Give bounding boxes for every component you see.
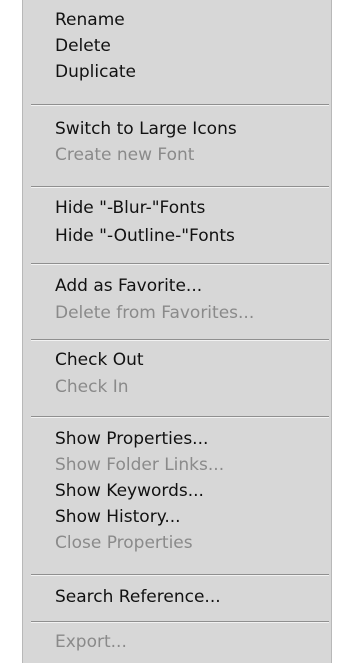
- menu-item-check-in: Check In: [55, 377, 129, 397]
- menu-item-export: Export...: [55, 632, 127, 652]
- menu-item-hide-blur-fonts[interactable]: Hide "-Blur-"Fonts: [55, 195, 205, 221]
- menu-item-check-out[interactable]: Check Out: [55, 347, 144, 373]
- menu-item-rename[interactable]: Rename: [55, 7, 125, 33]
- menu-item-create-new-font: Create new Font: [55, 145, 195, 165]
- menu-separator: [31, 621, 329, 623]
- menu-item-show-properties[interactable]: Show Properties...: [55, 426, 208, 452]
- menu-item-delete[interactable]: Delete: [55, 33, 111, 59]
- menu-separator: [31, 263, 329, 265]
- menu-item-show-history[interactable]: Show History...: [55, 504, 181, 530]
- menu-item-add-as-favorite[interactable]: Add as Favorite...: [55, 273, 202, 299]
- menu-separator: [31, 574, 329, 576]
- menu-separator: [31, 416, 329, 418]
- menu-item-delete-from-favorites: Delete from Favorites...: [55, 303, 255, 323]
- menu-item-show-folder-links: Show Folder Links...: [55, 455, 225, 475]
- menu-item-show-keywords[interactable]: Show Keywords...: [55, 478, 204, 504]
- menu-separator: [31, 339, 329, 341]
- menu-separator: [31, 186, 329, 188]
- menu-item-duplicate[interactable]: Duplicate: [55, 59, 136, 85]
- menu-separator: [31, 104, 329, 106]
- menu-item-search-reference[interactable]: Search Reference...: [55, 584, 221, 610]
- context-menu: Rename Delete Duplicate Switch to Large …: [22, 0, 332, 663]
- menu-item-switch-to-large-icons[interactable]: Switch to Large Icons: [55, 116, 237, 142]
- menu-item-close-properties: Close Properties: [55, 533, 193, 553]
- menu-item-hide-outline-fonts[interactable]: Hide "-Outline-"Fonts: [55, 223, 235, 249]
